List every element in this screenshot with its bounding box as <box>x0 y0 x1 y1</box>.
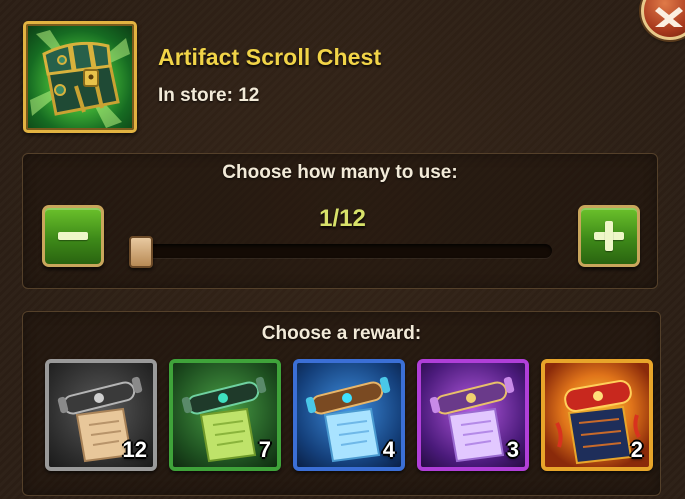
reward-label: Choose a reward: <box>261 323 422 344</box>
reward-option-green-scroll[interactable]: 7 <box>169 359 281 471</box>
close-button[interactable] <box>641 0 685 40</box>
reward-option-blue-scroll[interactable]: 4 <box>293 359 405 471</box>
reward-count: 4 <box>382 437 395 462</box>
reward-count: 3 <box>506 437 519 462</box>
quantity-slider[interactable] <box>136 244 552 258</box>
close-icon <box>655 7 683 27</box>
chest-item-icon <box>23 21 137 133</box>
item-title: Artifact Scroll Chest <box>158 44 382 70</box>
minus-icon <box>58 232 88 240</box>
quantity-label: Choose how many to use: <box>222 162 458 183</box>
reward-option-white-scroll[interactable]: 12 <box>45 359 157 471</box>
in-store-count: In store: 12 <box>158 85 260 106</box>
reward-option-violet-scroll[interactable]: 3 <box>417 359 529 471</box>
reward-option-orange-scroll[interactable]: 2 <box>541 359 653 471</box>
reward-count: 7 <box>258 437 271 462</box>
reward-count: 2 <box>630 437 643 462</box>
quantity-slider-handle[interactable] <box>129 236 153 268</box>
increase-button[interactable] <box>578 205 640 267</box>
reward-count: 12 <box>122 437 147 462</box>
use-item-dialog: Artifact Scroll Chest In store: 12 Choos… <box>0 0 685 499</box>
